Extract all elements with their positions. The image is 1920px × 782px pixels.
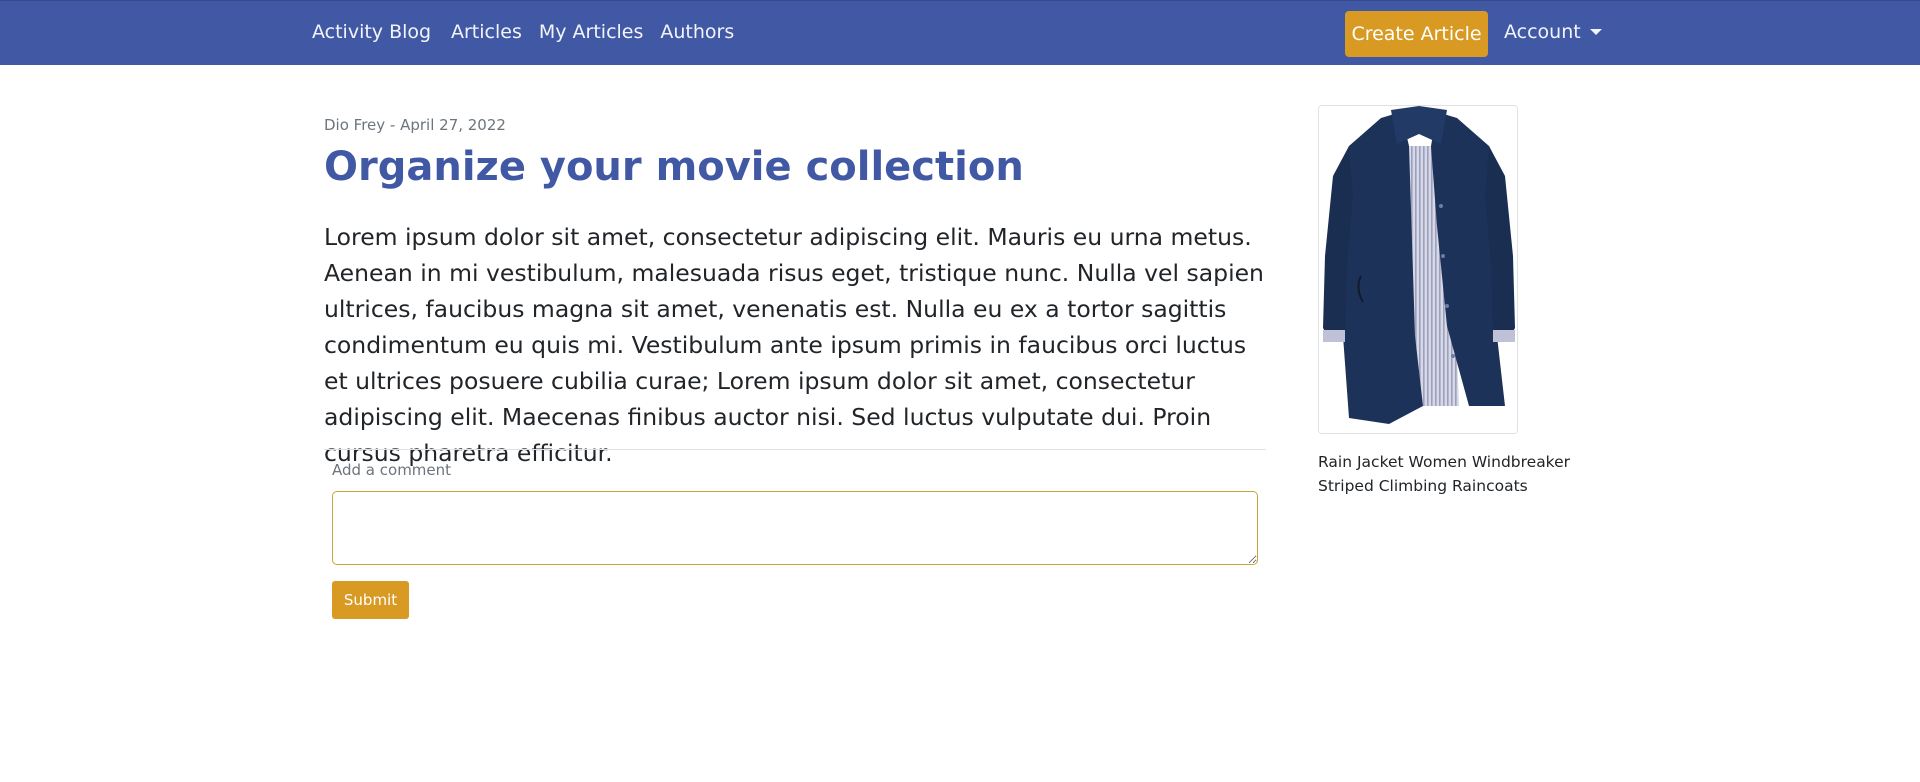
rain-jacket-image [1319, 106, 1517, 433]
brand-link[interactable]: Activity Blog [312, 21, 431, 43]
nav-link-articles[interactable]: Articles [451, 21, 522, 43]
nav-links: Articles My Articles Authors [451, 21, 751, 43]
caret-down-icon [1589, 29, 1602, 35]
comment-label: Add a comment [332, 461, 452, 479]
product-image[interactable] [1318, 105, 1518, 434]
nav-link-authors[interactable]: Authors [660, 21, 734, 43]
account-dropdown[interactable]: Account [1504, 21, 1602, 43]
article-body: Lorem ipsum dolor sit amet, consectetur … [324, 223, 1264, 467]
product-name[interactable]: Rain Jacket Women Windbreaker Striped Cl… [1318, 450, 1578, 498]
top-navbar: Activity Blog Articles My Articles Autho… [0, 0, 1920, 65]
submit-button[interactable]: Submit [332, 581, 409, 619]
article-title: Organize your movie collection [324, 144, 1024, 190]
account-label: Account [1504, 21, 1581, 43]
nav-link-my-articles[interactable]: My Articles [539, 21, 644, 43]
comment-textarea[interactable] [332, 491, 1258, 565]
divider [324, 449, 1266, 450]
create-article-button[interactable]: Create Article [1345, 11, 1488, 57]
article-meta: Dio Frey - April 27, 2022 [324, 116, 506, 134]
